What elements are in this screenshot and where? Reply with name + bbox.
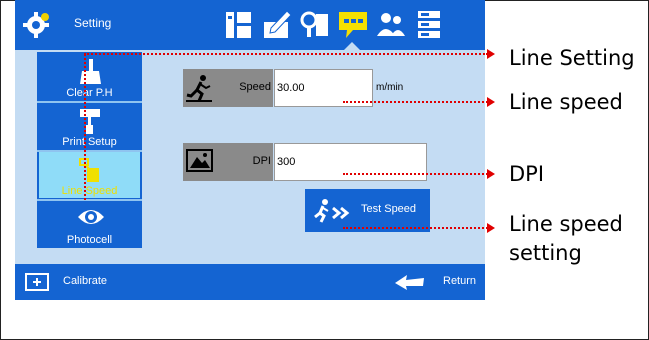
arrow-head [487, 223, 495, 233]
line-speed-icon [79, 158, 99, 182]
leader-dpi [343, 173, 488, 175]
print-head-icon[interactable] [299, 8, 331, 42]
leader-line-setting [84, 53, 488, 55]
image-icon [186, 149, 213, 172]
brush-icon [80, 59, 101, 84]
sidebar-item-clear-ph[interactable]: Clear P.H [39, 54, 140, 100]
return-arrow-icon[interactable] [395, 274, 425, 293]
running-speed-icon [314, 199, 350, 223]
leader-line-speed-setting [343, 227, 488, 229]
speed-unit: m/min [376, 82, 404, 93]
running-man-icon [186, 75, 212, 102]
callout-line-setting: Line Setting [509, 46, 635, 70]
leader-line-vertical [84, 54, 86, 200]
sidebar-item-photocell[interactable]: Photocell [39, 201, 140, 247]
storage-icon[interactable] [413, 8, 445, 42]
side-menu: Clear P.H Print Setup Line Speed Photoce… [37, 52, 142, 248]
test-speed-button[interactable]: Test Speed [305, 189, 430, 232]
eye-icon [78, 210, 104, 224]
leader-line-speed [343, 101, 488, 103]
settings-gear-icon[interactable] [21, 10, 51, 45]
callout-line-speed: Line speed [509, 90, 623, 114]
arrow-head [487, 97, 495, 107]
sidebar-item-line-speed[interactable]: Line Speed [39, 152, 140, 198]
arrow-head [487, 169, 495, 179]
dpi-input[interactable]: 300 [274, 143, 427, 181]
calibrate-button[interactable]: Calibrate [63, 275, 107, 287]
return-button[interactable]: Return [443, 275, 476, 287]
callout-line-speed-setting-line2: setting [509, 241, 582, 265]
dpi-label-box: DPI [183, 143, 273, 181]
callout-line-speed-setting-line1: Line speed [509, 212, 623, 236]
line-setting-icon[interactable] [337, 8, 369, 50]
top-bar: Setting [15, 0, 485, 50]
arrow-head [487, 49, 495, 59]
callout-dpi: DPI [509, 162, 545, 186]
sidebar-item-print-setup[interactable]: Print Setup [39, 103, 140, 149]
system-info-icon[interactable] [223, 8, 255, 42]
calibrate-icon[interactable] [25, 273, 49, 294]
users-icon[interactable] [375, 8, 407, 42]
edit-message-icon[interactable] [261, 8, 293, 42]
bottom-bar: Calibrate Return [15, 264, 485, 300]
paint-roller-icon [80, 109, 100, 134]
speed-label-box: Speed [183, 69, 273, 107]
page-title: Setting [74, 16, 112, 30]
